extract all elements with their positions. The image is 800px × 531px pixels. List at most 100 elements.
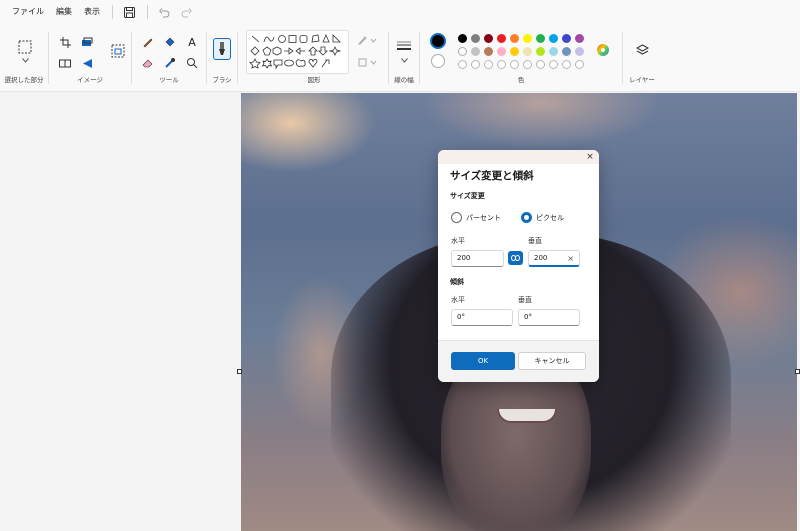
tools-group: A ツール <box>132 24 206 92</box>
selection-group: 選択した部分 <box>0 24 48 92</box>
crop-icon[interactable] <box>57 34 73 50</box>
layers-label: レイヤー <box>629 76 655 84</box>
redo-icon[interactable] <box>176 2 196 22</box>
cancel-button[interactable]: キャンセル <box>518 352 586 370</box>
primary-color[interactable] <box>430 33 446 49</box>
color-swatch[interactable] <box>562 34 571 43</box>
radio-percent[interactable] <box>451 212 462 223</box>
dialog-titlebar <box>438 150 599 164</box>
brush-label: ブラシ <box>212 76 232 84</box>
image-select-icon[interactable] <box>109 42 127 60</box>
custom-color-slot[interactable] <box>497 60 506 69</box>
custom-color-slot[interactable] <box>575 60 584 69</box>
menu-edit[interactable]: 編集 <box>50 0 78 24</box>
resize-handle-right[interactable] <box>795 369 800 374</box>
selection-label: 選択した部分 <box>4 76 44 84</box>
line-width-icon[interactable] <box>395 38 413 54</box>
menu-bar: ファイル 編集 表示 <box>0 0 800 24</box>
image-label: イメージ <box>77 76 103 84</box>
image-group: イメージ <box>49 24 131 92</box>
color-swatch[interactable] <box>575 34 584 43</box>
color-swatch[interactable] <box>549 34 558 43</box>
vertical-input[interactable]: 200 × <box>528 250 580 267</box>
chevron-down-icon[interactable] <box>20 56 30 64</box>
flip-icon[interactable] <box>79 55 95 71</box>
layers-icon[interactable] <box>634 42 650 58</box>
menu-file[interactable]: ファイル <box>6 0 50 24</box>
aspect-ratio-link-button[interactable] <box>508 251 523 265</box>
skew-vertical-label: 垂直 <box>518 296 532 304</box>
vertical-input-value: 200 <box>534 254 548 262</box>
ok-button[interactable]: OK <box>451 352 515 370</box>
ribbon: 選択した部分 イメージ A ツール ブラシ 図形 線の幅 色 レイヤー <box>0 24 800 92</box>
zoom-icon[interactable] <box>184 55 200 71</box>
color-swatch[interactable] <box>523 47 532 56</box>
pencil-icon[interactable] <box>140 34 156 50</box>
line-width-label: 線の幅 <box>394 76 414 84</box>
horizontal-label: 水平 <box>451 237 465 245</box>
skew-horizontal-input[interactable]: 0° <box>451 309 513 326</box>
skew-vertical-input[interactable]: 0° <box>518 309 580 326</box>
color-swatch[interactable] <box>523 34 532 43</box>
close-icon[interactable]: × <box>585 152 595 162</box>
brush-icon[interactable] <box>213 38 231 60</box>
shape-fill-icon[interactable] <box>356 54 378 70</box>
save-icon[interactable] <box>119 2 139 22</box>
custom-color-slot[interactable] <box>549 60 558 69</box>
rotate-icon[interactable] <box>57 55 73 71</box>
secondary-color[interactable] <box>431 54 445 68</box>
colors-label: 色 <box>517 76 525 84</box>
undo-icon[interactable] <box>154 2 174 22</box>
edit-colors-icon[interactable] <box>595 42 611 58</box>
color-swatch[interactable] <box>471 47 480 56</box>
portrait-smile <box>497 409 557 423</box>
resize-icon[interactable] <box>79 34 95 50</box>
radio-pixel-label[interactable]: ピクセル <box>536 213 564 223</box>
color-swatch[interactable] <box>536 34 545 43</box>
color-swatch[interactable] <box>549 47 558 56</box>
color-swatch[interactable] <box>497 47 506 56</box>
color-swatch[interactable] <box>510 34 519 43</box>
shapes-gallery[interactable] <box>246 30 349 74</box>
menu-view[interactable]: 表示 <box>78 0 106 24</box>
custom-color-slot[interactable] <box>510 60 519 69</box>
resize-handle-left[interactable] <box>237 369 242 374</box>
color-swatch[interactable] <box>536 47 545 56</box>
custom-color-slot[interactable] <box>523 60 532 69</box>
custom-color-slot[interactable] <box>562 60 571 69</box>
color-swatch[interactable] <box>575 47 584 56</box>
chevron-down-icon[interactable] <box>399 56 409 64</box>
selection-icon[interactable] <box>16 38 34 56</box>
brush-group: ブラシ <box>207 24 237 92</box>
custom-color-slot[interactable] <box>458 60 467 69</box>
tools-label: ツール <box>159 76 179 84</box>
text-icon[interactable]: A <box>184 34 200 50</box>
menu-divider <box>147 5 148 19</box>
color-swatch[interactable] <box>458 34 467 43</box>
color-swatch[interactable] <box>458 47 467 56</box>
skew-section-title: 傾斜 <box>450 278 464 286</box>
custom-color-slot[interactable] <box>471 60 480 69</box>
clear-icon[interactable]: × <box>567 251 574 266</box>
radio-pixel[interactable] <box>521 212 532 223</box>
horizontal-input[interactable]: 200 <box>451 250 504 267</box>
custom-color-slot[interactable] <box>484 60 493 69</box>
color-picker-icon[interactable] <box>162 55 178 71</box>
color-swatch[interactable] <box>484 34 493 43</box>
fill-icon[interactable] <box>162 34 178 50</box>
color-swatch[interactable] <box>562 47 571 56</box>
custom-color-slot[interactable] <box>536 60 545 69</box>
eraser-icon[interactable] <box>140 55 156 71</box>
outline-icon[interactable] <box>356 32 378 48</box>
color-swatch[interactable] <box>497 34 506 43</box>
colors-group: 色 <box>420 24 622 92</box>
dialog-footer: OK キャンセル <box>438 340 599 382</box>
resize-skew-dialog: × サイズ変更と傾斜 サイズ変更 パーセント ピクセル 水平 垂直 200 20… <box>438 150 599 382</box>
radio-percent-label[interactable]: パーセント <box>466 213 501 223</box>
layers-group: レイヤー <box>623 24 661 92</box>
color-swatch[interactable] <box>471 34 480 43</box>
dialog-title: サイズ変更と傾斜 <box>450 170 534 182</box>
color-swatch[interactable] <box>484 47 493 56</box>
menu-divider <box>112 5 113 19</box>
color-swatch[interactable] <box>510 47 519 56</box>
